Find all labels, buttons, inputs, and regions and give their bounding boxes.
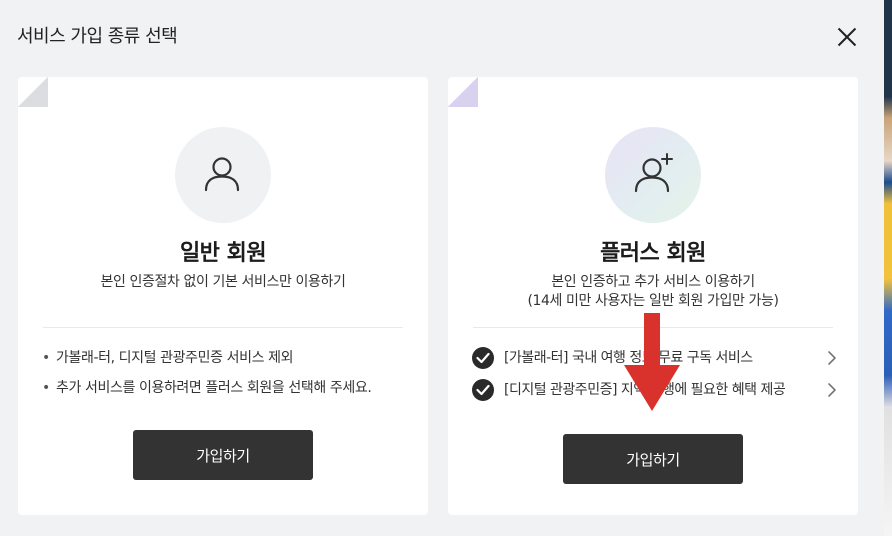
signup-type-modal: 서비스 가입 종류 선택 일반 회원 본인 인증절차 없이 기본 서비스만 이용… — [0, 0, 880, 536]
card-description: 본인 인증하고 추가 서비스 이용하기 (14세 미만 사용자는 일반 회원 가… — [448, 273, 858, 311]
benefit-item-gabollae[interactable]: [가볼래-터] 국내 여행 정보 무료 구독 서비스 — [472, 347, 842, 379]
plus-member-card: 플러스 회원 본인 인증하고 추가 서비스 이용하기 (14세 미만 사용자는 … — [448, 77, 858, 515]
divider — [473, 327, 833, 328]
description-line: (14세 미만 사용자는 일반 회원 가입만 가능) — [527, 293, 779, 309]
general-member-card: 일반 회원 본인 인증절차 없이 기본 서비스만 이용하기 가볼래-터, 디지털… — [18, 77, 428, 515]
chevron-right-icon — [828, 383, 836, 397]
plus-signup-button[interactable]: 가입하기 — [563, 434, 743, 484]
description-line: 본인 인증하고 추가 서비스 이용하기 — [551, 274, 755, 290]
general-signup-button[interactable]: 가입하기 — [133, 430, 313, 480]
benefit-list: [가볼래-터] 국내 여행 정보 무료 구독 서비스 [디지털 관광주민증] 지… — [472, 347, 842, 411]
modal-title: 서비스 가입 종류 선택 — [17, 26, 178, 47]
check-circle-icon — [472, 347, 494, 369]
card-title: 플러스 회원 — [600, 241, 706, 266]
background-page-edge — [884, 0, 892, 536]
user-plus-avatar — [605, 127, 701, 223]
divider — [43, 327, 403, 328]
card-description: 본인 인증절차 없이 기본 서비스만 이용하기 — [100, 274, 346, 290]
close-icon[interactable] — [832, 22, 862, 52]
card-title: 일반 회원 — [179, 241, 267, 266]
benefit-label: [가볼래-터] 국내 여행 정보 무료 구독 서비스 — [504, 350, 753, 366]
user-avatar — [175, 127, 271, 223]
benefit-label: [디지털 관광주민증] 지역 여행에 필요한 혜택 제공 — [504, 382, 786, 398]
chevron-right-icon — [828, 351, 836, 365]
list-item: 가볼래-터, 디지털 관광주민증 서비스 제외 — [42, 349, 371, 379]
benefit-item-digital-id[interactable]: [디지털 관광주민증] 지역 여행에 필요한 혜택 제공 — [472, 379, 842, 411]
notice-list: 가볼래-터, 디지털 관광주민증 서비스 제외 추가 서비스를 이용하려면 플러… — [42, 349, 372, 409]
check-circle-icon — [472, 379, 494, 401]
card-fold-corner — [18, 77, 48, 107]
user-plus-icon — [634, 153, 673, 193]
card-fold-corner — [448, 77, 478, 107]
user-icon — [204, 157, 240, 192]
list-item: 추가 서비스를 이용하려면 플러스 회원을 선택해 주세요. — [42, 379, 372, 409]
